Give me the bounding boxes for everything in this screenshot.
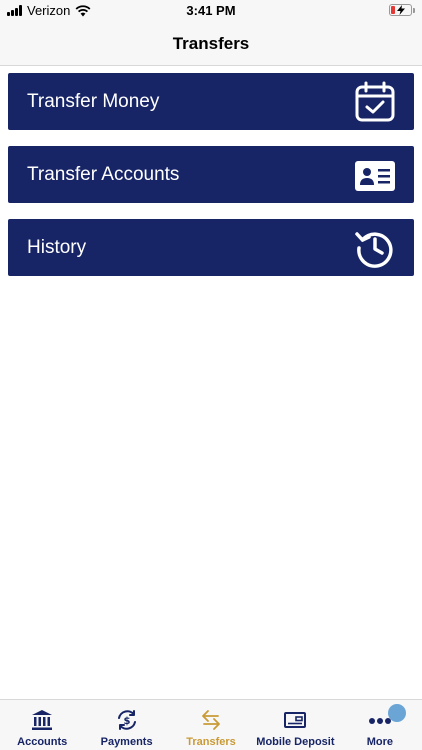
bank-icon	[32, 710, 53, 730]
page-title: Transfers	[172, 33, 250, 53]
tab-mobile-deposit[interactable]: Mobile Deposit	[253, 700, 337, 750]
history-clock-icon	[355, 232, 393, 268]
id-card-icon	[355, 161, 395, 191]
tab-transfers-label: Transfers	[186, 736, 236, 748]
dollar-cycle-icon: $	[117, 710, 136, 730]
tab-more[interactable]: More	[338, 700, 422, 750]
tab-transfers[interactable]: Transfers	[169, 700, 253, 750]
charging-bolt-icon	[397, 5, 405, 15]
status-bar: Verizon 3:41 PM	[0, 0, 422, 22]
tab-more-label: More	[366, 736, 393, 748]
svg-text:$: $	[123, 716, 130, 727]
tab-bar: Accounts $ Payments Transfers Mobile Dep…	[0, 699, 422, 750]
battery-icon	[389, 4, 415, 16]
transfer-accounts-label: Transfer Accounts	[27, 163, 180, 185]
transfer-menu: Transfer Money Transfer Accounts History	[8, 73, 414, 292]
tab-mobile-deposit-label: Mobile Deposit	[256, 736, 335, 748]
transfer-arrows-icon	[202, 710, 220, 730]
nav-bar: Transfers	[0, 22, 422, 66]
tab-accounts[interactable]: Accounts	[0, 700, 84, 750]
transfer-money-label: Transfer Money	[27, 90, 160, 112]
tab-payments-label: Payments	[100, 736, 153, 748]
check-deposit-icon	[284, 712, 307, 728]
history-button[interactable]: History	[8, 219, 414, 276]
status-time: 3:41 PM	[186, 3, 236, 18]
calendar-check-icon	[355, 81, 395, 122]
transfer-accounts-button[interactable]: Transfer Accounts	[8, 146, 414, 203]
tab-payments[interactable]: $ Payments	[84, 700, 168, 750]
notification-badge	[388, 704, 407, 722]
history-label: History	[27, 236, 87, 258]
transfer-money-button[interactable]: Transfer Money	[8, 73, 414, 130]
tab-accounts-label: Accounts	[17, 736, 68, 748]
